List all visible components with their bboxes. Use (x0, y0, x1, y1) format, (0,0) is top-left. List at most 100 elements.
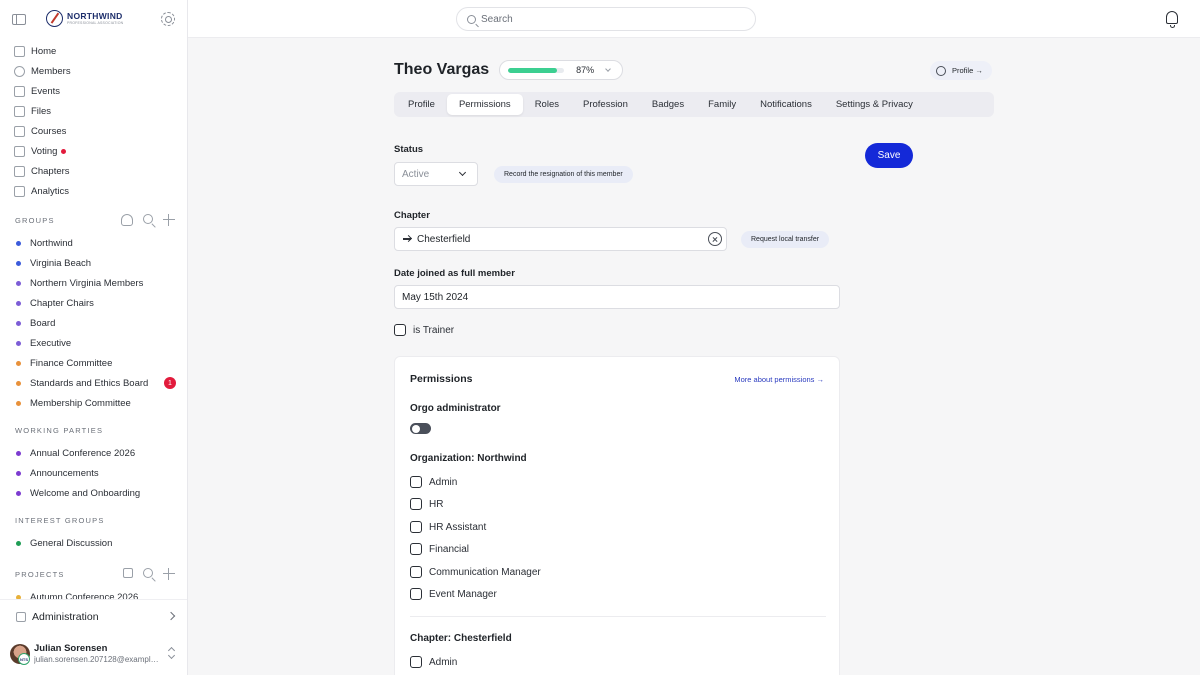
sidebar-item-courses[interactable]: Courses (0, 121, 187, 141)
tab-family[interactable]: Family (696, 94, 748, 115)
chapter-label: Chapter (394, 210, 430, 221)
group-item[interactable]: Membership Committee (0, 393, 187, 413)
sidebar-item-members[interactable]: Members (0, 61, 187, 81)
permission-hr[interactable]: HR (410, 498, 443, 510)
group-item[interactable]: Northern Virginia Members (0, 273, 187, 293)
orgo-admin-heading: Orgo administrator (410, 403, 501, 414)
organization-heading: Organization: Northwind (410, 453, 527, 464)
sidebar-item-voting[interactable]: Voting (0, 141, 187, 161)
group-item[interactable]: Finance Committee (0, 353, 187, 373)
user-email: julian.sorensen.207128@example.com (34, 654, 162, 664)
plus-icon[interactable] (163, 214, 175, 226)
tab-profession[interactable]: Profession (571, 94, 640, 115)
user-menu[interactable]: NTS Julian Sorensen julian.sorensen.2071… (0, 633, 187, 675)
tab-roles[interactable]: Roles (523, 94, 571, 115)
permission-communication-manager[interactable]: Communication Manager (410, 566, 541, 578)
checkbox[interactable] (410, 588, 422, 600)
bell-icon[interactable] (1166, 11, 1178, 28)
more-permissions-link[interactable]: More about permissions → (734, 375, 824, 384)
search-icon[interactable] (143, 214, 153, 224)
tab-badges[interactable]: Badges (640, 94, 696, 115)
brand-tagline: PROFESSIONAL ASSOCIATION (67, 20, 124, 25)
tab-permissions[interactable]: Permissions (446, 94, 523, 115)
projects-section-header: PROJECTS (0, 561, 187, 587)
group-item[interactable]: Chapter Chairs (0, 293, 187, 313)
group-item[interactable]: Standards and Ethics Board 1 (0, 373, 187, 393)
group-item[interactable]: Northwind (0, 233, 187, 253)
tab-notifications[interactable]: Notifications (748, 94, 824, 115)
search-icon[interactable] (143, 568, 153, 578)
administration-button[interactable]: Administration (0, 599, 187, 633)
request-transfer-button[interactable]: Request local transfer (741, 231, 830, 248)
groups-list: Northwind Virginia Beach Northern Virgin… (0, 233, 187, 413)
checkbox[interactable] (410, 521, 422, 533)
brand-name: NORTHWIND (67, 11, 123, 21)
sidebar-item-label: Home (31, 45, 57, 57)
group-color-dot (16, 490, 21, 496)
is-trainer-label: is Trainer (413, 324, 455, 336)
sidebar-item-analytics[interactable]: Analytics (0, 181, 187, 201)
manage-members-icon[interactable] (121, 214, 133, 226)
chevron-up-down-icon (168, 647, 176, 659)
group-color-dot (16, 470, 21, 476)
permission-financial[interactable]: Financial (410, 543, 469, 555)
sidebar-toggle-icon[interactable] (12, 13, 26, 25)
checkbox[interactable] (394, 324, 406, 336)
profile-link-button[interactable]: Profile → (930, 61, 992, 80)
checkbox[interactable] (410, 543, 422, 555)
permission-label: Event Manager (429, 588, 497, 600)
group-item[interactable]: Board (0, 313, 187, 333)
tab-profile[interactable]: Profile (396, 94, 447, 115)
files-icon (14, 105, 25, 117)
permission-label: HR Assistant (429, 521, 487, 533)
chevron-right-icon (166, 611, 176, 621)
working-party-item[interactable]: Welcome and Onboarding (0, 483, 187, 503)
working-party-item[interactable]: Annual Conference 2026 (0, 443, 187, 463)
group-item[interactable]: Virginia Beach (0, 253, 187, 273)
search-input[interactable]: Search (456, 7, 756, 31)
brand-logo[interactable]: NORTHWIND PROFESSIONAL ASSOCIATION (46, 10, 123, 27)
section-title: PROJECTS (15, 569, 65, 579)
permission-event-manager[interactable]: Event Manager (410, 588, 497, 600)
member-header: Theo Vargas 87% (394, 60, 624, 80)
plus-icon[interactable] (163, 568, 175, 580)
section-title: INTEREST GROUPS (15, 515, 105, 525)
hierarchy-icon[interactable] (123, 568, 133, 578)
is-trainer-checkbox[interactable]: is Trainer (394, 324, 454, 336)
completion-fill (508, 67, 557, 73)
checkbox[interactable] (410, 566, 422, 578)
interest-groups-section-header: INTEREST GROUPS (0, 507, 187, 533)
group-item[interactable]: Executive (0, 333, 187, 353)
working-parties-section-header: WORKING PARTIES (0, 417, 187, 443)
group-label: Announcements (30, 467, 99, 479)
record-resignation-button[interactable]: Record the resignation of this member (494, 166, 633, 183)
grid-icon (16, 611, 26, 622)
clear-icon[interactable] (708, 232, 722, 246)
save-button[interactable]: Save (865, 143, 913, 168)
sidebar-item-home[interactable]: Home (0, 41, 187, 61)
working-parties-list: Annual Conference 2026 Announcements Wel… (0, 443, 187, 503)
chapter-permission-admin[interactable]: Admin (410, 656, 457, 668)
group-color-dot (16, 300, 21, 306)
checkbox[interactable] (410, 656, 422, 668)
page-title: Theo Vargas (394, 61, 490, 78)
sidebar-item-label: Members (31, 65, 71, 77)
arrow-right-icon (403, 238, 411, 240)
interest-group-item[interactable]: General Discussion (0, 533, 187, 553)
date-joined-field[interactable]: May 15th 2024 (394, 285, 840, 309)
status-select[interactable]: Active (394, 162, 478, 186)
profile-completion-dropdown[interactable]: 87% (499, 60, 624, 80)
orgo-admin-toggle[interactable] (410, 423, 431, 434)
chapter-field[interactable]: Chesterfield (394, 227, 727, 251)
tab-settings-privacy[interactable]: Settings & Privacy (824, 94, 925, 115)
sidebar-item-chapters[interactable]: Chapters (0, 161, 187, 181)
permission-hr-assistant[interactable]: HR Assistant (410, 521, 486, 533)
avatar: NTS (10, 644, 30, 665)
sidebar-item-events[interactable]: Events (0, 81, 187, 101)
checkbox[interactable] (410, 498, 422, 510)
checkbox[interactable] (410, 476, 422, 488)
working-party-item[interactable]: Announcements (0, 463, 187, 483)
sidebar-item-files[interactable]: Files (0, 101, 187, 121)
gear-icon[interactable] (161, 12, 175, 26)
permission-admin[interactable]: Admin (410, 476, 457, 488)
